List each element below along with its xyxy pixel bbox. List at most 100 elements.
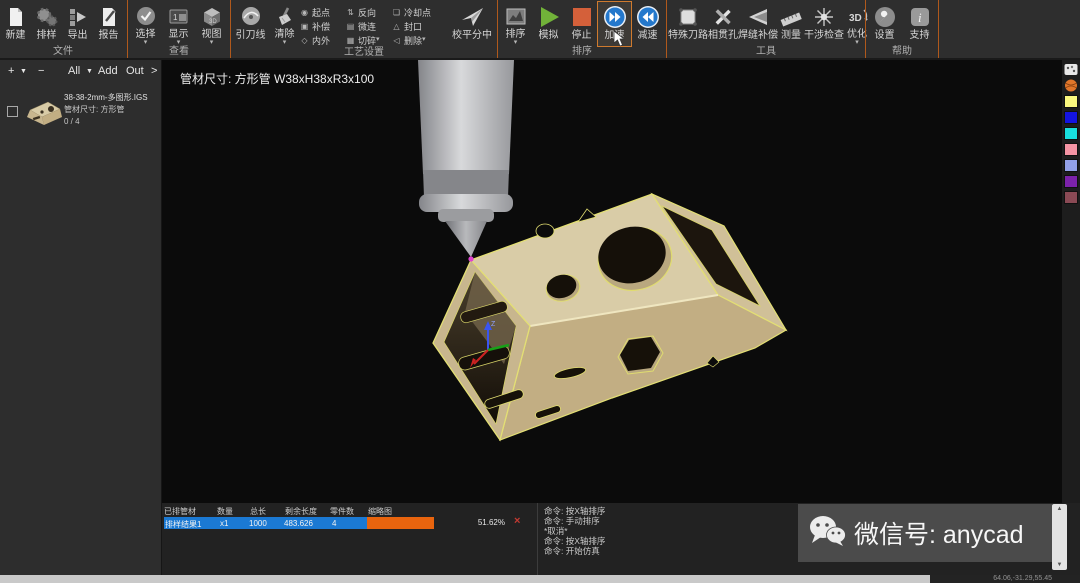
part-info: 38-38-2mm-多图形.IGS 管材尺寸: 方形管 0 / 4 [64,92,148,128]
compensation-icon: ▣ [300,22,309,31]
out-button[interactable]: Out [126,65,144,77]
tube-part: Z [433,194,786,440]
svg-text:3D: 3D [849,13,862,24]
micro-joint-button[interactable]: ▤微连 [346,19,392,33]
seal-icon: △ [392,22,401,31]
measure-button[interactable]: 测量 [778,2,804,46]
starburst-icon [811,4,837,30]
color-swatch-blue[interactable] [1064,111,1078,124]
delete-button[interactable]: ◁删除▾ [392,33,448,47]
lead-line-icon [238,4,264,30]
start-point-button[interactable]: ◉起点 [300,5,346,19]
toolbar-separator [127,0,128,58]
group-label-sort: 排序 [499,46,665,58]
color-swatch-maroon[interactable] [1064,191,1078,204]
reverse-button[interactable]: ⇅反向 [346,5,392,19]
settings-button[interactable]: 设置 [867,2,902,46]
group-label-process: 工艺设置 [232,47,496,59]
button-label: 报告 [99,30,119,41]
intersect-hole-button[interactable]: 相贯孔 [708,2,738,46]
display-button[interactable]: 1 显示 ▾ [162,2,195,46]
remove-part-button[interactable]: − [38,65,44,77]
command-log-scrollbar[interactable]: ▲ ▼ [1052,504,1067,570]
filter-all-button[interactable]: All [68,65,80,77]
color-swatch-cyan[interactable] [1064,127,1078,140]
command-line: 命令: 开始仿真 [544,546,605,556]
stop-button[interactable]: 停止 [565,2,598,46]
sidebar-header: + ▼ − All ▼ Add Out > [0,60,161,84]
dropdown-arrow-icon[interactable]: ▾ [376,37,380,43]
add-button[interactable]: Add [98,65,118,77]
part-tube-size: 管材尺寸: 方形管 [64,104,148,116]
stop-icon [569,4,595,30]
wechat-watermark: 微信号: anycad [798,504,1052,562]
cross-blades-icon [710,4,736,30]
watermark-text: 微信号: anycad [854,515,1024,551]
new-button[interactable]: 新建 [0,2,31,46]
button-label: 停止 [572,30,592,41]
support-button[interactable]: i 支持 [902,2,937,46]
col-header-total: 总长 [250,506,266,517]
weld-compensation-button[interactable]: 焊缝补偿 [738,2,778,46]
delete-icon: ◁ [392,36,401,45]
start-point-icon: ◉ [300,8,309,17]
inner-outer-button[interactable]: ◇内外 [300,33,346,47]
cube-3d-icon: 3D [199,4,225,29]
button-label: 测量 [781,30,801,41]
slow-down-button[interactable]: 减速 [631,2,664,46]
expand-panel-button[interactable]: > [151,65,157,77]
button-label: 特殊刀路 [668,30,708,41]
cursor-coordinates: 64.06,-31.29,55.45 [993,575,1052,583]
color-swatch-purple[interactable] [1064,175,1078,188]
interference-check-button[interactable]: 干涉检查 [804,2,844,46]
toolbar-separator [230,0,231,58]
col-header-thumb: 缩略图 [368,506,392,517]
add-part-button[interactable]: + [8,65,14,77]
lead-line-button[interactable]: 引刀线 [232,2,269,46]
clear-button[interactable]: 清除 ▾ [269,2,300,46]
simulate-button[interactable]: 模拟 [532,2,565,46]
scene-3d: Z [162,60,1062,503]
toolbar-separator [865,0,866,58]
group-label-help: 帮助 [867,46,937,58]
view-button[interactable]: 3D 视图 ▾ [195,2,228,46]
delete-result-button[interactable]: × [514,515,520,527]
export-button[interactable]: 导出 [62,2,93,46]
part-list-item[interactable]: 38-38-2mm-多图形.IGS 管材尺寸: 方形管 0 / 4 [0,92,161,138]
part-filename: 38-38-2mm-多图形.IGS [64,92,148,104]
special-toolpath-button[interactable]: 特殊刀路 [668,2,708,46]
chop-button[interactable]: ▦切碎▾ [346,33,392,47]
special-toolpath-icon [675,4,701,30]
dropdown-arrow-icon[interactable]: ▾ [422,37,426,43]
col-header-remain: 剩余长度 [285,506,317,517]
part-checkbox[interactable] [7,106,18,117]
color-swatch-periwinkle[interactable] [1064,159,1078,172]
svg-text:3D: 3D [209,19,217,25]
utilization-value: 51.62% [450,518,505,527]
ball-icon[interactable] [1064,79,1078,92]
report-button[interactable]: 报告 [93,2,124,46]
fast-forward-icon [602,4,628,30]
paper-plane-icon [459,4,485,30]
scroll-up-icon[interactable]: ▲ [1057,504,1063,514]
viewport-3d[interactable]: Z [162,60,1062,503]
dropdown-arrow-icon[interactable]: ▾ [283,40,287,46]
scroll-down-icon[interactable]: ▼ [1057,560,1063,570]
cooling-point-button[interactable]: ❏冷却点 [392,5,448,19]
result-row-selected[interactable]: 排样结果1 x1 1000 483.626 4 [164,517,367,529]
col-header-tube: 已排管材 [164,506,196,517]
sort-button[interactable]: 排序 ▾ [499,2,532,46]
main-toolbar: 新建 排样 导出 报告 [0,0,1080,60]
filter-dropdown-icon[interactable]: ▼ [86,68,93,75]
compensation-button[interactable]: ▣补偿 [300,19,346,33]
color-swatch-yellow[interactable] [1064,95,1078,108]
seal-button[interactable]: △封口 [392,19,448,33]
select-check-icon [133,4,159,29]
level-center-button[interactable]: 校平分中 [448,2,496,46]
select-button[interactable]: 选择 ▾ [129,2,162,46]
palette-icon[interactable] [1064,63,1078,76]
nest-button[interactable]: 排样 [31,2,62,46]
color-swatch-pink[interactable] [1064,143,1078,156]
result-name: 排样结果1 [165,519,201,530]
add-dropdown-icon[interactable]: ▼ [20,68,27,75]
